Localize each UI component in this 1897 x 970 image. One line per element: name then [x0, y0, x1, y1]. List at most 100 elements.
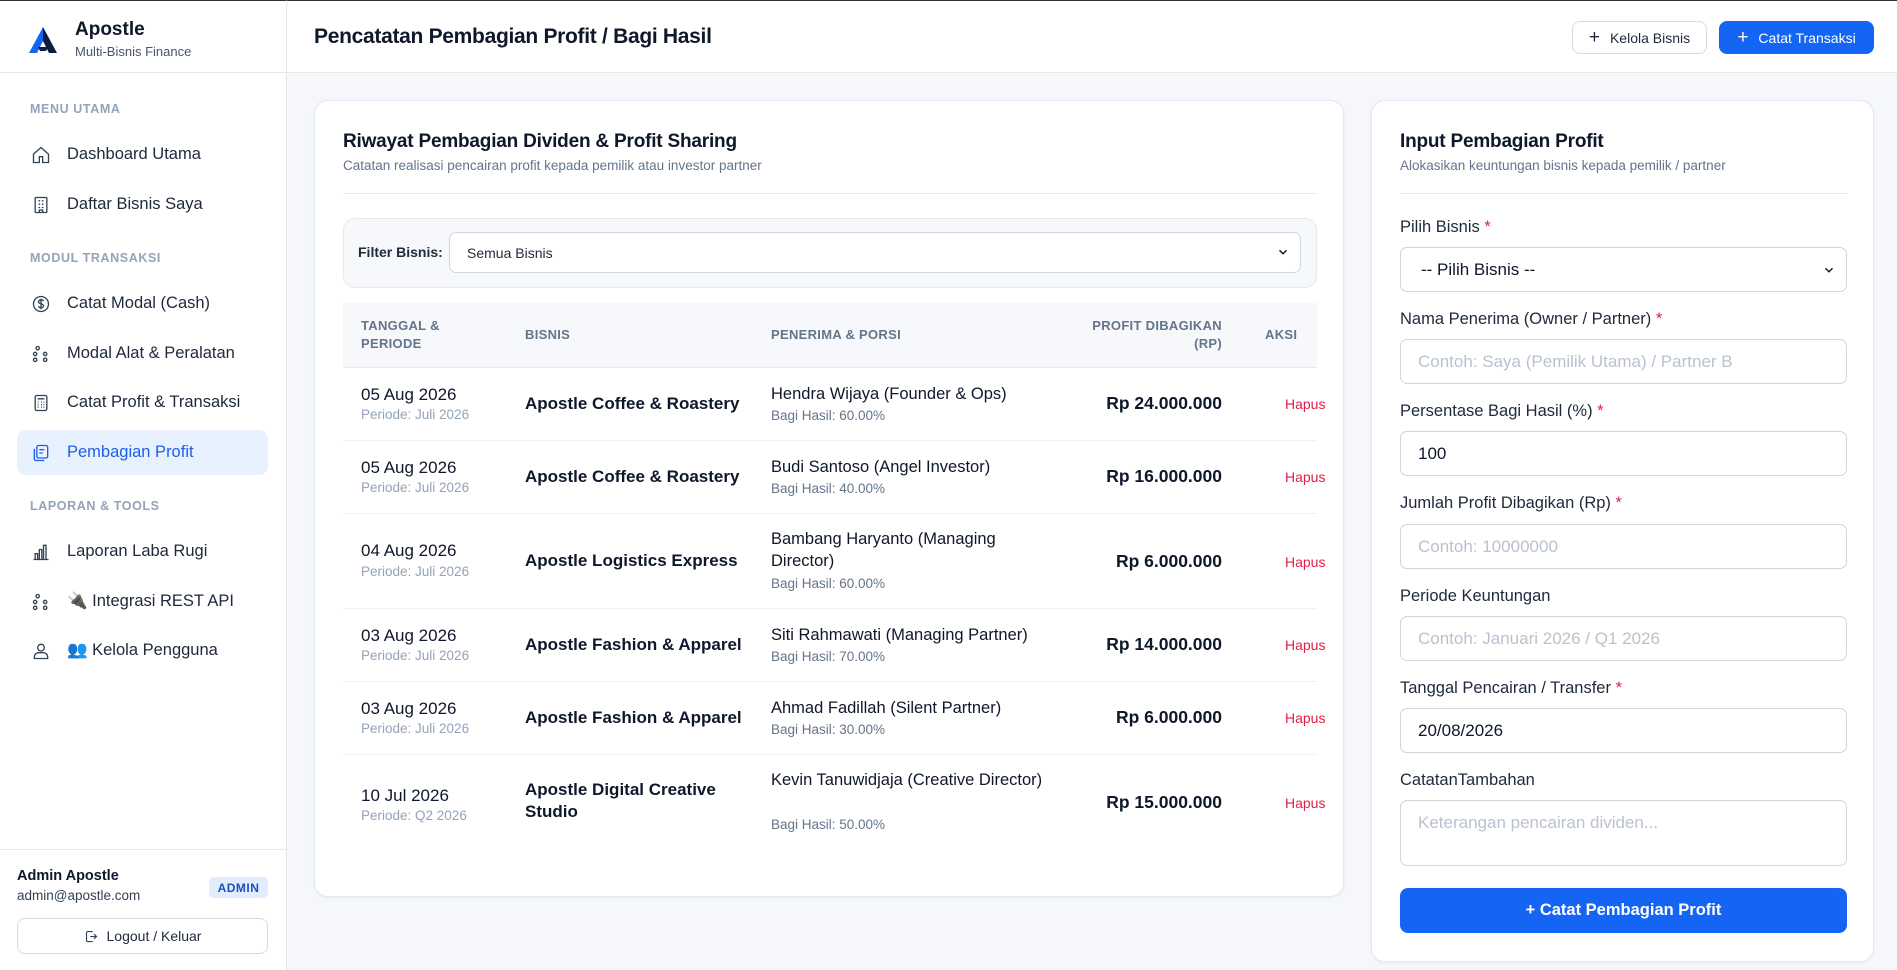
row-period: Periode: Q2 2026 [361, 808, 467, 823]
row-period: Periode: Juli 2026 [361, 721, 470, 736]
business-label: Pilih Bisnis * [1400, 218, 1491, 237]
manage-business-label: Kelola Bisnis [1609, 29, 1691, 46]
page-title: Pencatatan Pembagian Profit / Bagi Hasil [314, 25, 712, 48]
app-subtitle: Multi-Bisnis Finance [75, 43, 192, 59]
users-icon [30, 640, 52, 662]
percent-input[interactable]: 100 [1400, 431, 1847, 476]
delete-link[interactable]: Hapus [1285, 469, 1325, 485]
recipient-input[interactable]: Contoh: Saya (Pemilik Utama) / Partner B [1400, 339, 1847, 384]
row-share: Bagi Hasil: 30.00% [771, 722, 886, 737]
required-mark: * [1597, 402, 1604, 420]
date-label-text: Tanggal Pencairan / Transfer [1400, 679, 1611, 697]
sidebar-item-business-list[interactable]: Daftar Bisnis Saya [17, 182, 268, 227]
business-filter-select[interactable]: Semua Bisnis [449, 232, 1301, 273]
app-name: Apostle [75, 19, 145, 40]
row-share: Bagi Hasil: 50.00% [771, 817, 886, 832]
history-card: Riwayat Pembagian Dividen & Profit Shari… [314, 100, 1344, 897]
business-select-value: -- Pilih Bisnis -- [1421, 259, 1536, 279]
row-recipient: Bambang Haryanto (Managing Director) [771, 530, 996, 570]
row-period: Periode: Juli 2026 [361, 480, 470, 495]
amount-label-text: Jumlah Profit Dibagikan (Rp) [1400, 494, 1611, 512]
logout-label: Logout / Keluar [106, 928, 202, 944]
date-input[interactable]: 20/08/2026 [1400, 708, 1847, 753]
section-label-laporan-tools: LAPORAN & TOOLS [30, 499, 160, 513]
role-badge: ADMIN [209, 877, 268, 898]
sidebar-item-label: Catat Profit & Transaksi [67, 393, 241, 411]
card-divider [1400, 193, 1847, 194]
apostle-logo-icon [29, 27, 57, 53]
sidebar-item-manage-users[interactable]: 👥 Kelola Pengguna [17, 628, 268, 673]
column-header-recipient: PENERIMA & PORSI [771, 327, 902, 342]
row-amount: Rp 6.000.000 [1115, 551, 1222, 571]
record-transaction-button[interactable]: + Catat Transaksi [1719, 21, 1874, 54]
percent-label-text: Persentase Bagi Hasil (%) [1400, 402, 1593, 420]
sidebar-item-cash-capital[interactable]: Catat Modal (Cash) [17, 281, 268, 326]
sidebar-item-equipment-capital[interactable]: Modal Alat & Peralatan [17, 331, 268, 376]
record-transaction-label: Catat Transaksi [1758, 29, 1856, 46]
column-header-action: AKSI [1265, 327, 1298, 342]
calculator-icon [30, 392, 52, 414]
filter-bar: Filter Bisnis: Semua Bisnis [343, 218, 1317, 288]
row-amount: Rp 24.000.000 [1106, 393, 1222, 413]
row-period: Periode: Juli 2026 [361, 648, 470, 663]
row-amount: Rp 14.000.000 [1106, 634, 1222, 654]
row-share: Bagi Hasil: 40.00% [771, 481, 886, 496]
brand[interactable]: Apostle Multi-Bisnis Finance [27, 19, 191, 59]
sidebar-item-label: Pembagian Profit [67, 443, 194, 461]
history-subtitle: Catatan realisasi pencairan profit kepad… [343, 158, 762, 173]
chevron-down-icon [1824, 267, 1834, 273]
sidebar-item-profit-transactions[interactable]: Catat Profit & Transaksi [17, 380, 268, 425]
sidebar-item-profit-loss-report[interactable]: Laporan Laba Rugi [17, 529, 268, 574]
sidebar-item-rest-api[interactable]: 🔌 Integrasi REST API [17, 579, 268, 624]
delete-link[interactable]: Hapus [1285, 637, 1325, 653]
row-date: 03 Aug 2026 [361, 626, 457, 645]
business-select[interactable]: -- Pilih Bisnis -- [1400, 247, 1847, 292]
recipient-label-text: Nama Penerima (Owner / Partner) [1400, 310, 1652, 328]
section-label-menu-utama: MENU UTAMA [30, 102, 121, 116]
sidebar-divider [0, 72, 287, 73]
required-mark: * [1484, 218, 1491, 236]
recipient-label: Nama Penerima (Owner / Partner) * [1400, 310, 1662, 329]
submit-profit-sharing-button[interactable]: + Catat Pembagian Profit [1400, 888, 1847, 933]
bar-chart-icon [30, 541, 52, 563]
filter-label: Filter Bisnis: [358, 244, 443, 260]
manage-business-button[interactable]: + Kelola Bisnis [1572, 21, 1707, 54]
delete-link[interactable]: Hapus [1285, 795, 1325, 811]
form-subtitle: Alokasikan keuntungan bisnis kepada pemi… [1400, 158, 1726, 173]
column-header-amount: PROFIT DIBAGIKAN (RP) [1092, 318, 1222, 351]
chevron-down-icon [1278, 249, 1288, 255]
sidebar-item-label: Laporan Laba Rugi [67, 542, 208, 560]
filter-selected-value: Semua Bisnis [467, 244, 553, 261]
row-business: Apostle Coffee & Roastery [525, 467, 740, 486]
building-icon [30, 194, 52, 216]
row-share: Bagi Hasil: 60.00% [771, 408, 886, 423]
sidebar-item-label: 👥 Kelola Pengguna [67, 641, 218, 659]
row-recipient: Hendra Wijaya (Founder & Ops) [771, 385, 1007, 403]
period-input[interactable]: Contoh: Januari 2026 / Q1 2026 [1400, 616, 1847, 661]
column-header-date: TANGGAL & PERIODE [361, 318, 440, 351]
user-email: admin@apostle.com [17, 888, 141, 903]
row-period: Periode: Juli 2026 [361, 564, 470, 579]
amount-input[interactable]: Contoh: 10000000 [1400, 524, 1847, 569]
history-title: Riwayat Pembagian Dividen & Profit Shari… [343, 131, 737, 152]
delete-link[interactable]: Hapus [1285, 710, 1325, 726]
delete-link[interactable]: Hapus [1285, 554, 1325, 570]
table-row: 04 Aug 2026 Periode: Juli 2026 Apostle L… [343, 514, 1325, 609]
required-mark: * [1615, 494, 1622, 512]
row-date: 03 Aug 2026 [361, 699, 457, 718]
notes-label: CatatanTambahan [1400, 771, 1535, 789]
delete-link[interactable]: Hapus [1285, 396, 1325, 412]
sidebar-item-label: Dashboard Utama [67, 145, 201, 163]
sidebar-item-dashboard[interactable]: Dashboard Utama [17, 132, 268, 177]
logout-icon [84, 929, 99, 944]
sidebar-item-label: Daftar Bisnis Saya [67, 195, 203, 213]
logout-button[interactable]: Logout / Keluar [17, 918, 268, 954]
sidebar-item-profit-sharing[interactable]: Pembagian Profit [17, 430, 268, 475]
row-amount: Rp 15.000.000 [1106, 792, 1222, 812]
percent-label: Persentase Bagi Hasil (%) * [1400, 402, 1604, 421]
card-divider [343, 193, 1317, 194]
row-business: Apostle Coffee & Roastery [525, 394, 740, 413]
notes-textarea[interactable]: Keterangan pencairan dividen... [1400, 800, 1847, 866]
sidebar-item-label: Modal Alat & Peralatan [67, 344, 235, 362]
row-recipient: Ahmad Fadillah (Silent Partner) [771, 699, 1002, 717]
